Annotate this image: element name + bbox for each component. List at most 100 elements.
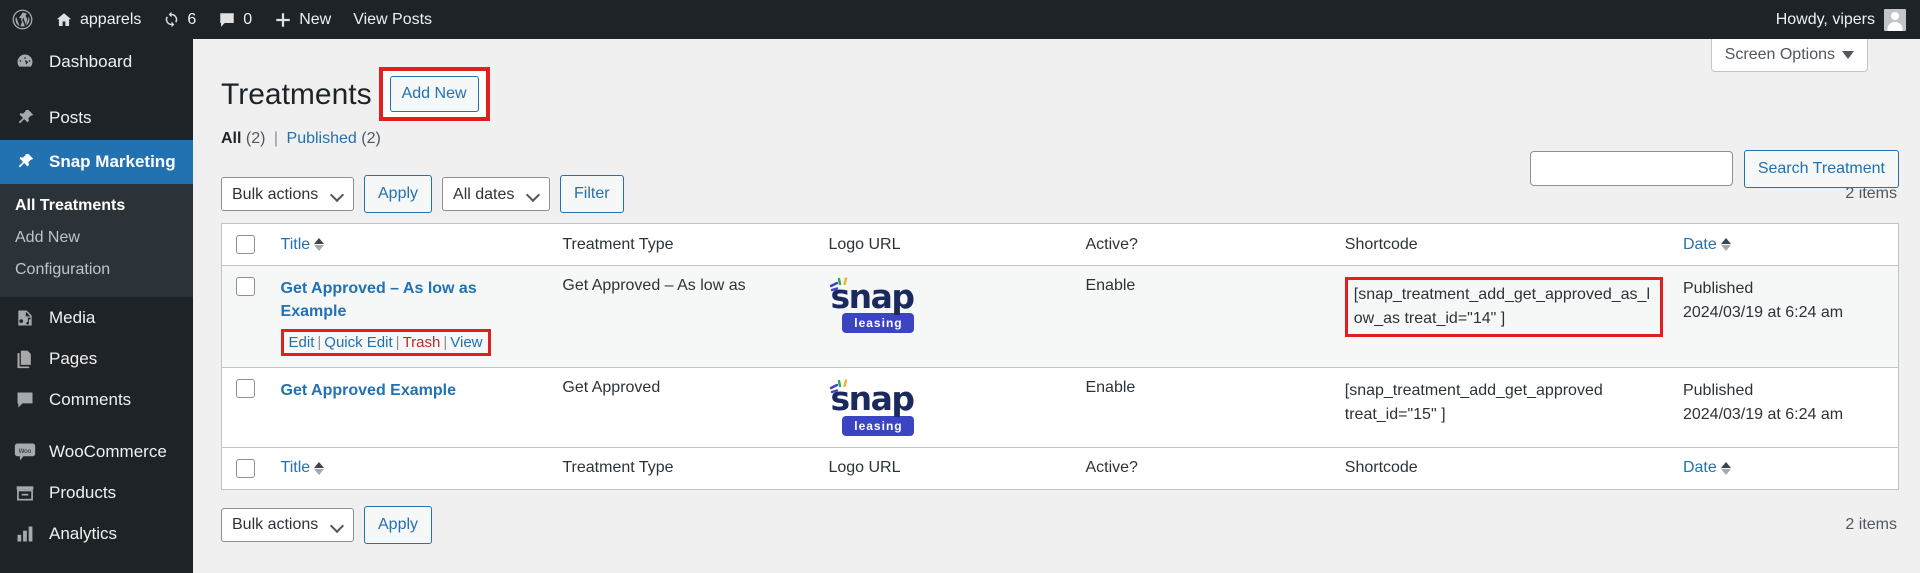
bulk-actions-select[interactable]: Bulk actions <box>221 177 354 211</box>
admin-sidebar-menu: Dashboard Posts Snap Marketing All Treat… <box>0 39 201 573</box>
row-title-link[interactable]: Get Approved – As low as Example <box>281 277 543 323</box>
sidebar-item-label: Products <box>49 482 117 502</box>
analytics-bars-icon <box>13 524 37 544</box>
sidebar-item-pages[interactable]: Pages <box>0 338 193 379</box>
sort-indicator-icon <box>1720 461 1731 475</box>
site-name-menu[interactable]: apparels <box>44 0 152 39</box>
plus-icon <box>274 11 292 29</box>
screen-options-button[interactable]: Screen Options <box>1710 39 1868 72</box>
treatments-table: Title Treatment Type Logo URL Active? Sh… <box>221 223 1899 490</box>
snap-leasing-logo-icon: snap leasing <box>828 379 933 436</box>
select-all-checkbox-top[interactable] <box>236 235 255 254</box>
row-actions-highlight: Edit | Quick Edit | Trash | View <box>280 329 491 357</box>
sidebar-item-comments[interactable]: Comments <box>0 379 193 420</box>
sidebar-item-label: WooCommerce <box>49 441 167 461</box>
row-shortcode-cell: [snap_treatment_add_get_approved_as_low_… <box>1334 265 1673 369</box>
new-content-label: New <box>299 10 332 28</box>
my-account-menu[interactable]: Howdy, vipers <box>1775 8 1920 31</box>
updates-menu[interactable]: 6 <box>152 0 207 39</box>
row-treatment-type: Get Approved <box>552 367 819 448</box>
tablenav-bottom: Bulk actions Apply 2 items <box>221 505 1899 544</box>
row-select-checkbox[interactable] <box>236 277 255 296</box>
sidebar-item-posts[interactable]: Posts <box>0 96 193 140</box>
column-header-shortcode: Shortcode <box>1334 223 1673 266</box>
row-title-link[interactable]: Get Approved Example <box>281 379 456 402</box>
sidebar-item-analytics[interactable]: Analytics <box>0 513 193 554</box>
apply-button-top[interactable]: Apply <box>364 175 433 213</box>
search-input[interactable] <box>1529 151 1733 187</box>
row-shortcode-value: [snap_treatment_add_get_approved_as_low_… <box>1353 286 1650 327</box>
products-icon <box>13 483 37 503</box>
items-count-bottom: 2 items <box>1845 515 1897 533</box>
sidebar-item-configuration[interactable]: Configuration <box>0 254 193 286</box>
sidebar-item-add-new[interactable]: Add New <box>0 222 193 254</box>
sidebar-item-snap-marketing[interactable]: Snap Marketing <box>0 140 201 184</box>
sort-indicator-icon <box>1720 238 1731 251</box>
chevron-down-icon <box>1842 51 1854 59</box>
row-checkbox-cell <box>221 367 271 448</box>
sidebar-item-dashboard[interactable]: Dashboard <box>0 39 193 85</box>
row-date-status: Published <box>1682 382 1754 400</box>
date-filter-select[interactable]: All dates <box>442 177 551 211</box>
comments-menu[interactable]: 0 <box>207 0 263 39</box>
howdy-label: Howdy, vipers <box>1775 10 1875 28</box>
avatar <box>1884 8 1906 31</box>
column-header-title: Title <box>270 223 553 266</box>
search-box: Search Treatment <box>1529 150 1899 188</box>
wp-logo-menu[interactable] <box>0 0 44 39</box>
view-published-count: (2) <box>361 130 381 147</box>
sidebar-item-all-treatments[interactable]: All Treatments <box>0 190 193 222</box>
woo-icon: Woo <box>13 442 37 462</box>
row-checkbox-cell <box>221 265 271 369</box>
bulk-actions-select-bottom[interactable]: Bulk actions <box>221 507 354 542</box>
row-date-value: 2024/03/19 at 6:24 am <box>1682 304 1844 321</box>
sort-title-link-bottom[interactable]: Title <box>281 459 325 477</box>
sidebar-separator <box>0 420 193 431</box>
view-published-link[interactable]: Published <box>287 130 357 147</box>
snap-logo-badge: leasing <box>842 415 915 436</box>
bulk-actions-select-wrap: Bulk actions <box>221 177 354 211</box>
table-head: Title Treatment Type Logo URL Active? Sh… <box>221 223 1899 266</box>
view-all-link[interactable]: All <box>221 130 241 147</box>
search-treatment-button[interactable]: Search Treatment <box>1743 150 1899 188</box>
row-shortcode-value: [snap_treatment_add_get_approved treat_i… <box>1334 367 1673 448</box>
sidebar-item-woocommerce[interactable]: Woo WooCommerce <box>0 431 193 472</box>
row-action-quick-edit[interactable]: Quick Edit <box>324 334 392 351</box>
row-action-view[interactable]: View <box>450 334 482 351</box>
row-action-edit[interactable]: Edit <box>289 334 315 351</box>
row-select-checkbox[interactable] <box>236 379 255 399</box>
row-action-trash[interactable]: Trash <box>403 334 441 351</box>
sidebar-item-media[interactable]: Media <box>0 297 193 338</box>
column-header-active: Active? <box>1075 223 1335 266</box>
comment-bubble-icon <box>218 11 236 29</box>
column-footer-date: Date <box>1672 446 1899 490</box>
select-all-checkbox-bottom[interactable] <box>236 458 255 478</box>
row-active-status: Enable <box>1075 265 1335 369</box>
apply-button-bottom[interactable]: Apply <box>364 505 433 544</box>
row-treatment-type: Get Approved – As low as <box>552 265 819 369</box>
filter-button[interactable]: Filter <box>560 175 624 213</box>
new-content-menu[interactable]: New <box>263 0 342 39</box>
sidebar-separator <box>0 85 193 96</box>
view-posts-link[interactable]: View Posts <box>342 0 443 39</box>
sort-title-link-top[interactable]: Title <box>281 236 325 254</box>
sidebar-item-products[interactable]: Products <box>0 472 193 513</box>
shortcode-highlight: [snap_treatment_add_get_approved_as_low_… <box>1344 277 1663 337</box>
media-icon <box>13 308 37 328</box>
sort-date-link-top[interactable]: Date <box>1683 236 1731 254</box>
add-new-highlight: Add New <box>378 67 490 121</box>
sort-date-link-bottom[interactable]: Date <box>1683 459 1731 477</box>
row-action-separator: | <box>395 334 400 352</box>
add-new-button[interactable]: Add New <box>389 76 479 112</box>
view-posts-label: View Posts <box>353 10 433 28</box>
row-logo-cell: snap leasing <box>818 265 1076 369</box>
table-body: Get Approved – As low as Example Edit | Qu… <box>221 265 1899 448</box>
row-date-cell: Published 2024/03/19 at 6:24 am <box>1672 265 1899 369</box>
table-footer-row: Title Treatment Type Logo URL Active? Sh… <box>221 446 1899 490</box>
sidebar-item-label: Snap Marketing <box>49 152 176 171</box>
column-label-title: Title <box>280 459 311 477</box>
row-date-cell: Published 2024/03/19 at 6:24 am <box>1672 367 1899 448</box>
select-all-footer <box>221 446 271 490</box>
pages-icon <box>13 349 37 369</box>
dashboard-icon <box>13 52 37 72</box>
